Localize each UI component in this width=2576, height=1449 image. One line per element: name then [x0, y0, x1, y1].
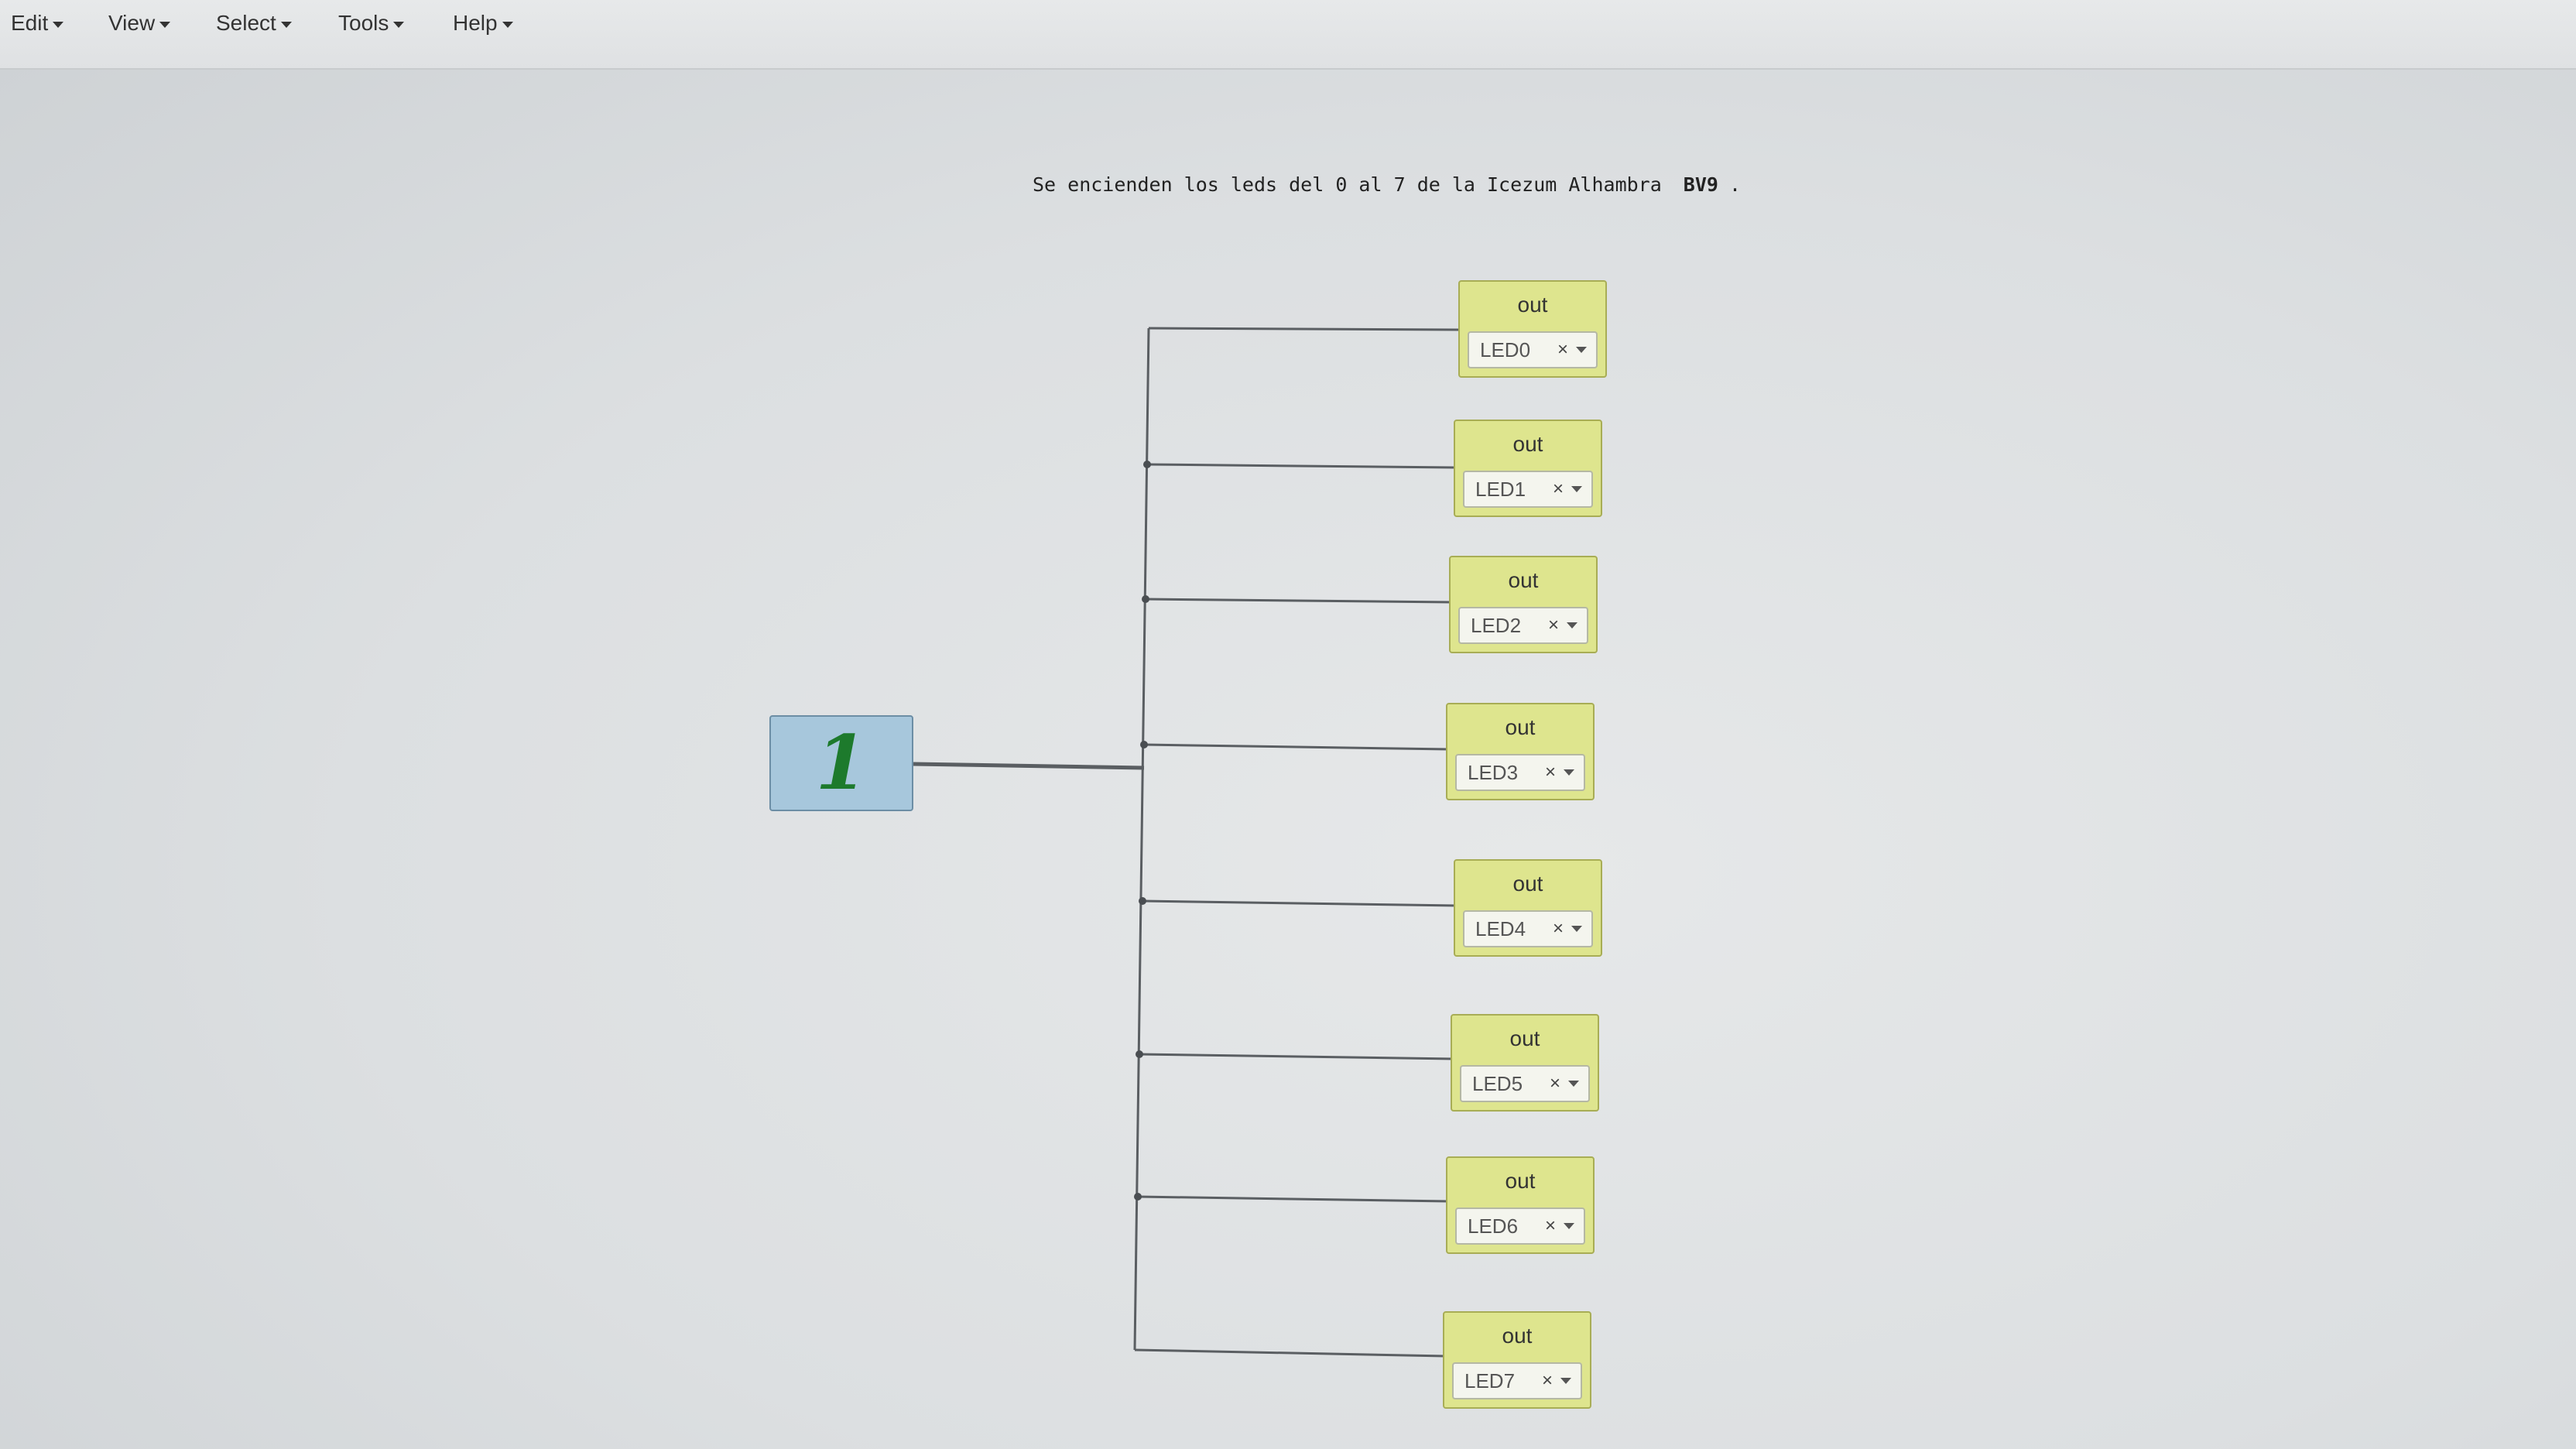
clear-icon[interactable]: × [1545, 762, 1556, 783]
constant-value: 1 [815, 719, 868, 807]
junction-dot [1139, 897, 1146, 905]
pin-select[interactable]: LED7 × [1452, 1362, 1582, 1399]
output-label: out [1517, 293, 1548, 317]
output-label: out [1508, 568, 1539, 592]
junction-dot [1134, 1193, 1142, 1201]
chevron-down-icon[interactable] [1571, 926, 1582, 932]
wire-led1[interactable] [1146, 463, 1456, 469]
pin-select[interactable]: LED3 × [1455, 754, 1585, 791]
pin-select[interactable]: LED1 × [1463, 471, 1593, 508]
clear-icon[interactable]: × [1542, 1370, 1553, 1392]
wire-led4[interactable] [1142, 899, 1458, 907]
clear-icon[interactable]: × [1545, 1215, 1556, 1237]
pin-value: LED6 [1468, 1214, 1519, 1238]
wire-led7[interactable] [1134, 1348, 1447, 1358]
pin-select[interactable]: LED0 × [1468, 331, 1598, 368]
wire-layer [913, 327, 1459, 1358]
pin-select[interactable]: LED6 × [1455, 1208, 1585, 1245]
output-block-led7[interactable]: out LED7 × [1443, 1311, 1591, 1409]
pin-value: LED1 [1475, 477, 1526, 501]
output-label: out [1505, 1169, 1536, 1193]
output-block-led0[interactable]: out LED0 × [1458, 280, 1607, 378]
pin-select[interactable]: LED2 × [1458, 607, 1588, 644]
clear-icon[interactable]: × [1553, 918, 1564, 940]
output-label: out [1512, 432, 1543, 456]
wire-led5[interactable] [1139, 1053, 1454, 1060]
wire-led2[interactable] [1145, 598, 1453, 604]
output-block-led1[interactable]: out LED1 × [1454, 420, 1602, 517]
chevron-down-icon[interactable] [1567, 622, 1577, 629]
clear-icon[interactable]: × [1550, 1073, 1560, 1094]
chevron-down-icon[interactable] [1560, 1378, 1571, 1384]
pin-value: LED4 [1475, 916, 1526, 940]
chevron-down-icon[interactable] [1568, 1081, 1579, 1087]
constant-block[interactable]: 1 [769, 715, 913, 811]
chevron-down-icon[interactable] [1564, 769, 1574, 776]
output-block-led4[interactable]: out LED4 × [1454, 859, 1602, 957]
junction-dot [1140, 741, 1148, 748]
clear-icon[interactable]: × [1548, 615, 1559, 636]
output-label: out [1505, 715, 1536, 739]
junction-dot [1136, 1050, 1143, 1058]
pin-select[interactable]: LED5 × [1460, 1065, 1590, 1102]
output-label: out [1502, 1324, 1533, 1348]
chevron-down-icon[interactable] [1571, 486, 1582, 492]
wire-led3[interactable] [1143, 743, 1450, 751]
junction-dot [1142, 595, 1149, 603]
output-block-led6[interactable]: out LED6 × [1446, 1156, 1595, 1254]
wire-led6[interactable] [1137, 1195, 1450, 1203]
chevron-down-icon[interactable] [1564, 1223, 1574, 1229]
pin-value: LED5 [1472, 1071, 1523, 1095]
pin-select[interactable]: LED4 × [1463, 910, 1593, 947]
clear-icon[interactable]: × [1553, 478, 1564, 500]
pin-value: LED2 [1471, 613, 1522, 637]
pin-value: LED3 [1468, 760, 1519, 784]
pin-value: LED7 [1464, 1368, 1516, 1392]
output-label: out [1509, 1026, 1540, 1050]
output-block-led5[interactable]: out LED5 × [1451, 1014, 1599, 1112]
wire-led0[interactable] [1148, 327, 1459, 331]
chevron-down-icon[interactable] [1576, 347, 1587, 353]
clear-icon[interactable]: × [1557, 339, 1568, 361]
junction-dot [1143, 461, 1151, 468]
output-block-led3[interactable]: out LED3 × [1446, 703, 1595, 800]
output-block-led2[interactable]: out LED2 × [1449, 556, 1598, 653]
pin-value: LED0 [1480, 337, 1531, 361]
wire-main[interactable] [913, 762, 1145, 770]
output-label: out [1512, 872, 1543, 896]
